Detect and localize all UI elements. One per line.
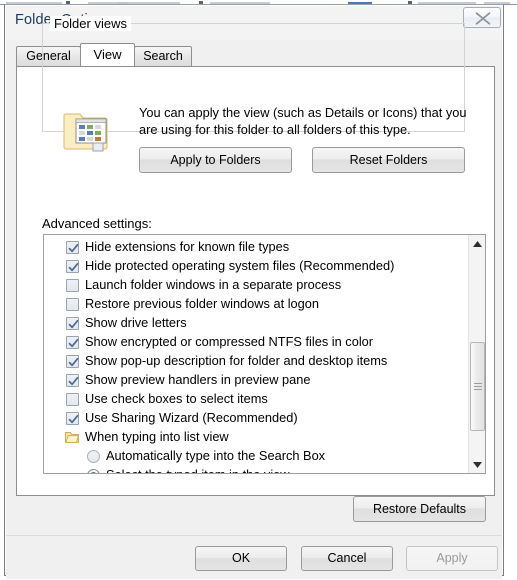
scroll-thumb-grip-icon: [474, 383, 482, 392]
setting-row[interactable]: Show drive letters: [44, 314, 467, 333]
setting-label: Launch folder windows in a separate proc…: [85, 277, 342, 292]
folder-options-dialog: Folder Options General View Search Folde…: [4, 4, 504, 579]
setting-label: Show drive letters: [85, 315, 187, 330]
setting-row[interactable]: Use Sharing Wizard (Recommended): [44, 409, 467, 428]
close-button[interactable]: [463, 7, 501, 28]
folder-node-icon: [65, 431, 80, 444]
setting-label: Use check boxes to select items: [85, 391, 268, 406]
checkbox-checked-icon[interactable]: [66, 374, 79, 387]
apply-button: Apply: [406, 546, 498, 571]
setting-label: Hide protected operating system files (R…: [85, 258, 395, 273]
setting-row[interactable]: Use check boxes to select items: [44, 390, 467, 409]
setting-row[interactable]: Hide extensions for known file types: [44, 238, 467, 257]
checkbox-checked-icon[interactable]: [66, 412, 79, 425]
folder-views-icon: [63, 107, 111, 153]
folder-views-legend: Folder views: [50, 16, 131, 31]
checkbox-unchecked-icon[interactable]: [66, 393, 79, 406]
checkbox-unchecked-icon[interactable]: [66, 279, 79, 292]
scroll-thumb[interactable]: [470, 342, 485, 431]
setting-row[interactable]: When typing into list view: [44, 428, 467, 447]
dialog-footer: OK Cancel Apply: [6, 535, 502, 579]
setting-row[interactable]: Launch folder windows in a separate proc…: [44, 276, 467, 295]
advanced-settings-listbox[interactable]: Hide extensions for known file types Hide…: [43, 234, 486, 474]
setting-row[interactable]: Hide protected operating system files (R…: [44, 257, 467, 276]
setting-row[interactable]: Automatically type into the Search Box: [44, 447, 467, 466]
ok-button[interactable]: OK: [195, 546, 287, 571]
scroll-up-button[interactable]: [469, 235, 485, 252]
checkbox-unchecked-icon[interactable]: [66, 298, 79, 311]
folder-views-description: You can apply the view (such as Details …: [139, 105, 467, 137]
tab-view[interactable]: View: [80, 43, 135, 66]
setting-label: Select the typed item in the view: [106, 467, 290, 473]
advanced-settings-label: Advanced settings:: [42, 216, 152, 231]
setting-row[interactable]: Show preview handlers in preview pane: [44, 371, 467, 390]
setting-row[interactable]: Show pop-up description for folder and d…: [44, 352, 467, 371]
dialog-inner-frame: Folder Options General View Search Folde…: [5, 5, 503, 579]
setting-label: Show preview handlers in preview pane: [85, 372, 311, 387]
setting-label: Automatically type into the Search Box: [106, 448, 326, 463]
scroll-down-button[interactable]: [469, 456, 485, 473]
setting-label: Restore previous folder windows at logon: [85, 296, 320, 311]
advanced-settings-list: Hide extensions for known file types Hide…: [44, 238, 467, 473]
restore-defaults-button[interactable]: Restore Defaults: [353, 496, 486, 522]
setting-label: Hide extensions for known file types: [85, 239, 290, 254]
checkbox-checked-icon[interactable]: [66, 336, 79, 349]
checkbox-checked-icon[interactable]: [66, 317, 79, 330]
radio-unselected-icon[interactable]: [87, 450, 100, 463]
setting-label: When typing into list view: [85, 429, 229, 444]
apply-to-folders-button[interactable]: Apply to Folders: [139, 147, 292, 173]
setting-row[interactable]: Restore previous folder windows at logon: [44, 295, 467, 314]
checkbox-checked-icon[interactable]: [66, 241, 79, 254]
radio-selected-icon[interactable]: [87, 469, 100, 473]
checkbox-checked-icon[interactable]: [66, 355, 79, 368]
setting-row[interactable]: Show encrypted or compressed NTFS files …: [44, 333, 467, 352]
checkbox-checked-icon[interactable]: [66, 260, 79, 273]
advanced-settings-scrollbar[interactable]: [468, 235, 485, 473]
setting-label: Use Sharing Wizard (Recommended): [85, 410, 298, 425]
cancel-button[interactable]: Cancel: [301, 546, 393, 571]
reset-folders-button[interactable]: Reset Folders: [312, 147, 465, 173]
setting-label: Show pop-up description for folder and d…: [85, 353, 388, 368]
setting-row[interactable]: Select the typed item in the view: [44, 466, 467, 473]
setting-label: Show encrypted or compressed NTFS files …: [85, 334, 374, 349]
